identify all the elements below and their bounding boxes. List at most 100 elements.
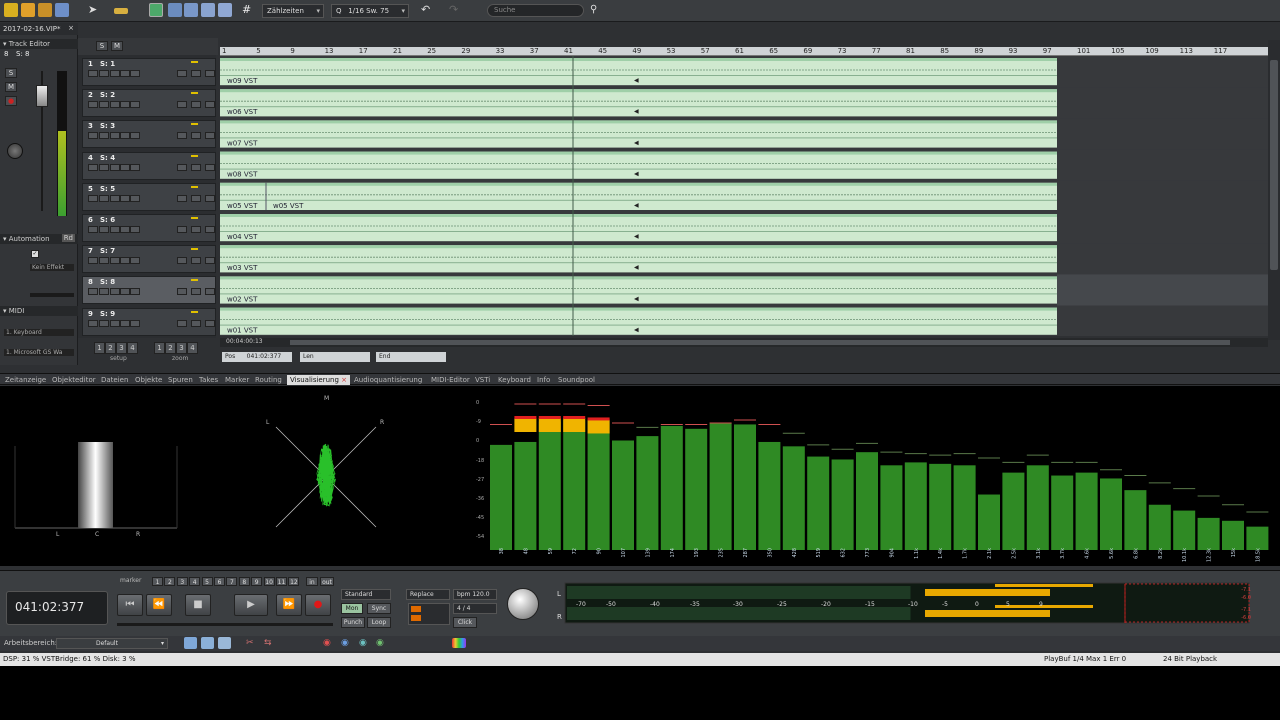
marker-12-button[interactable]: 12: [288, 577, 300, 586]
marker-6-button[interactable]: 6: [214, 577, 225, 586]
track-control-button[interactable]: [120, 132, 130, 140]
view-grid-icon[interactable]: [184, 637, 197, 649]
bpm-field[interactable]: bpm 120.0: [453, 589, 497, 600]
track-control-button[interactable]: [88, 70, 98, 77]
track-lanes[interactable]: w09 VST ◀ w06 VST ◀ w07 VST ◀ w08 VST ◀ w05 VST w…: [220, 56, 1268, 336]
snap-grid-icon[interactable]: #: [242, 3, 256, 17]
empty-lane[interactable]: [1057, 274, 1268, 306]
view-list-icon[interactable]: [201, 637, 214, 649]
track-control-button[interactable]: [99, 163, 109, 171]
dock-tab-7[interactable]: Routing: [252, 375, 285, 385]
eye-green-icon[interactable]: ◉: [376, 637, 388, 649]
track-header-5[interactable]: 5 S: 5: [82, 182, 216, 211]
track-fx-button[interactable]: [191, 257, 201, 265]
marker-1-button[interactable]: 1: [152, 577, 163, 586]
ripple-icon[interactable]: ⇆: [264, 637, 276, 649]
in-button[interactable]: in: [306, 577, 318, 586]
empty-lane[interactable]: [1057, 305, 1268, 336]
track-name[interactable]: S: 6: [100, 216, 115, 224]
zoom-1-button[interactable]: 1: [154, 342, 165, 354]
track-fx-button[interactable]: [191, 288, 201, 296]
marker-3-button[interactable]: 3: [176, 577, 188, 586]
dock-tab-11[interactable]: VSTi: [472, 375, 493, 385]
track-control-button[interactable]: [120, 194, 130, 202]
empty-lane[interactable]: [1057, 243, 1268, 275]
mouse-mode-icon[interactable]: ➤: [88, 3, 102, 17]
grid-icon[interactable]: [218, 3, 232, 17]
mode-select[interactable]: Standard: [341, 589, 391, 600]
go-to-start-button[interactable]: ⏮: [117, 594, 143, 616]
track-fx-button[interactable]: [177, 194, 187, 202]
track-control-button[interactable]: [110, 132, 120, 140]
track-name[interactable]: S: 4: [100, 154, 115, 162]
track-header-9[interactable]: 9 S: 9: [82, 307, 216, 336]
track-control-button[interactable]: [120, 226, 130, 233]
track-control-button[interactable]: [88, 163, 98, 171]
track-control-button[interactable]: [110, 226, 120, 233]
master-volume-knob[interactable]: [507, 588, 539, 620]
solo-all-button[interactable]: S: [96, 41, 108, 51]
dock-tab-9[interactable]: Audioquantisierung: [351, 375, 425, 385]
replace-select[interactable]: Replace: [406, 589, 450, 600]
project-tab[interactable]: 2017-02-16.VIP* ×: [0, 23, 78, 35]
track-control-button[interactable]: [120, 288, 130, 296]
dock-tab-5[interactable]: Takes: [196, 375, 221, 385]
end-field[interactable]: End: [376, 352, 446, 362]
track-control-button[interactable]: [120, 163, 130, 171]
setup-4-button[interactable]: 4: [127, 342, 138, 354]
save-icon[interactable]: [55, 3, 69, 17]
track-control-button[interactable]: [110, 288, 120, 296]
track-control-button[interactable]: [110, 257, 120, 265]
empty-lane[interactable]: [1057, 56, 1268, 88]
marker-7-button[interactable]: 7: [226, 577, 238, 586]
cut-icon[interactable]: ✂: [246, 637, 258, 649]
eye-teal-icon[interactable]: ◉: [359, 637, 371, 649]
fast-forward-button[interactable]: ⏩: [276, 594, 302, 616]
track-name[interactable]: S: 8: [100, 278, 115, 286]
dock-tab-3[interactable]: Objekte: [132, 375, 165, 385]
pan-knob[interactable]: [7, 143, 23, 159]
dock-tab-2[interactable]: Dateien: [98, 375, 131, 385]
track-name[interactable]: S: 2: [100, 91, 115, 99]
midi-input-select[interactable]: 1. Keyboard: [4, 329, 74, 336]
dock-tab-4[interactable]: Spuren: [165, 375, 196, 385]
position-slider[interactable]: [117, 623, 333, 626]
track-fx-button[interactable]: [191, 132, 201, 140]
track-header-8[interactable]: 8 S: 8: [82, 276, 216, 305]
time-display[interactable]: 041:02:377: [6, 591, 108, 625]
midi-output-select[interactable]: 1. Microsoft GS Wa: [4, 349, 74, 356]
empty-lane[interactable]: [1057, 87, 1268, 119]
undo-icon[interactable]: ↶: [421, 3, 435, 17]
dock-tab-8[interactable]: Visualisierung ×: [287, 375, 351, 385]
empty-lane[interactable]: [1057, 180, 1268, 212]
zoom-4-button[interactable]: 4: [187, 342, 198, 354]
quantize-select[interactable]: Q 1/16 Sw. 75 ▾: [331, 4, 409, 18]
track-header-1[interactable]: 1 S: 1: [82, 58, 216, 86]
automation-mode-button[interactable]: Rd: [61, 234, 75, 242]
track-control-button[interactable]: [99, 70, 109, 77]
dock-tab-10[interactable]: MIDI-Editor: [428, 375, 473, 385]
horizontal-scroll-thumb[interactable]: [290, 340, 1230, 345]
marker-11-button[interactable]: 11: [276, 577, 287, 586]
track-fx-button[interactable]: [205, 194, 215, 202]
timeline-ruler[interactable]: 1 5 9 13 17 21 25 29 33 37 41 45 49 53 57 61 65 69 73 77 81 8…: [220, 47, 1268, 56]
track-control-button[interactable]: [99, 288, 109, 296]
track-control-button[interactable]: [120, 70, 130, 77]
track-fx-button[interactable]: [205, 319, 215, 327]
track-header-7[interactable]: 7 S: 7: [82, 245, 216, 274]
snap-mode-select[interactable]: Zählzeiten ▾: [262, 4, 324, 18]
track-header-2[interactable]: 2 S: 2: [82, 89, 216, 118]
setup-2-button[interactable]: 2: [105, 342, 116, 354]
marker-8-button[interactable]: 8: [238, 577, 250, 586]
arrange-window[interactable]: w09 VST ◀ w06 VST ◀ w07 VST ◀ w08 VST ◀ w05 VST w…: [220, 56, 1268, 336]
stop-button[interactable]: ■: [185, 594, 211, 616]
track-control-button[interactable]: [120, 257, 130, 265]
out-button[interactable]: out: [320, 577, 334, 586]
track-name[interactable]: S: 3: [100, 122, 115, 130]
mixer-icon[interactable]: [168, 3, 182, 17]
track-control-button[interactable]: [110, 70, 120, 77]
marker-2-button[interactable]: 2: [164, 577, 176, 586]
rewind-button[interactable]: ⏪: [146, 594, 172, 616]
empty-lane[interactable]: [1057, 212, 1268, 244]
track-control-button[interactable]: [130, 257, 140, 265]
